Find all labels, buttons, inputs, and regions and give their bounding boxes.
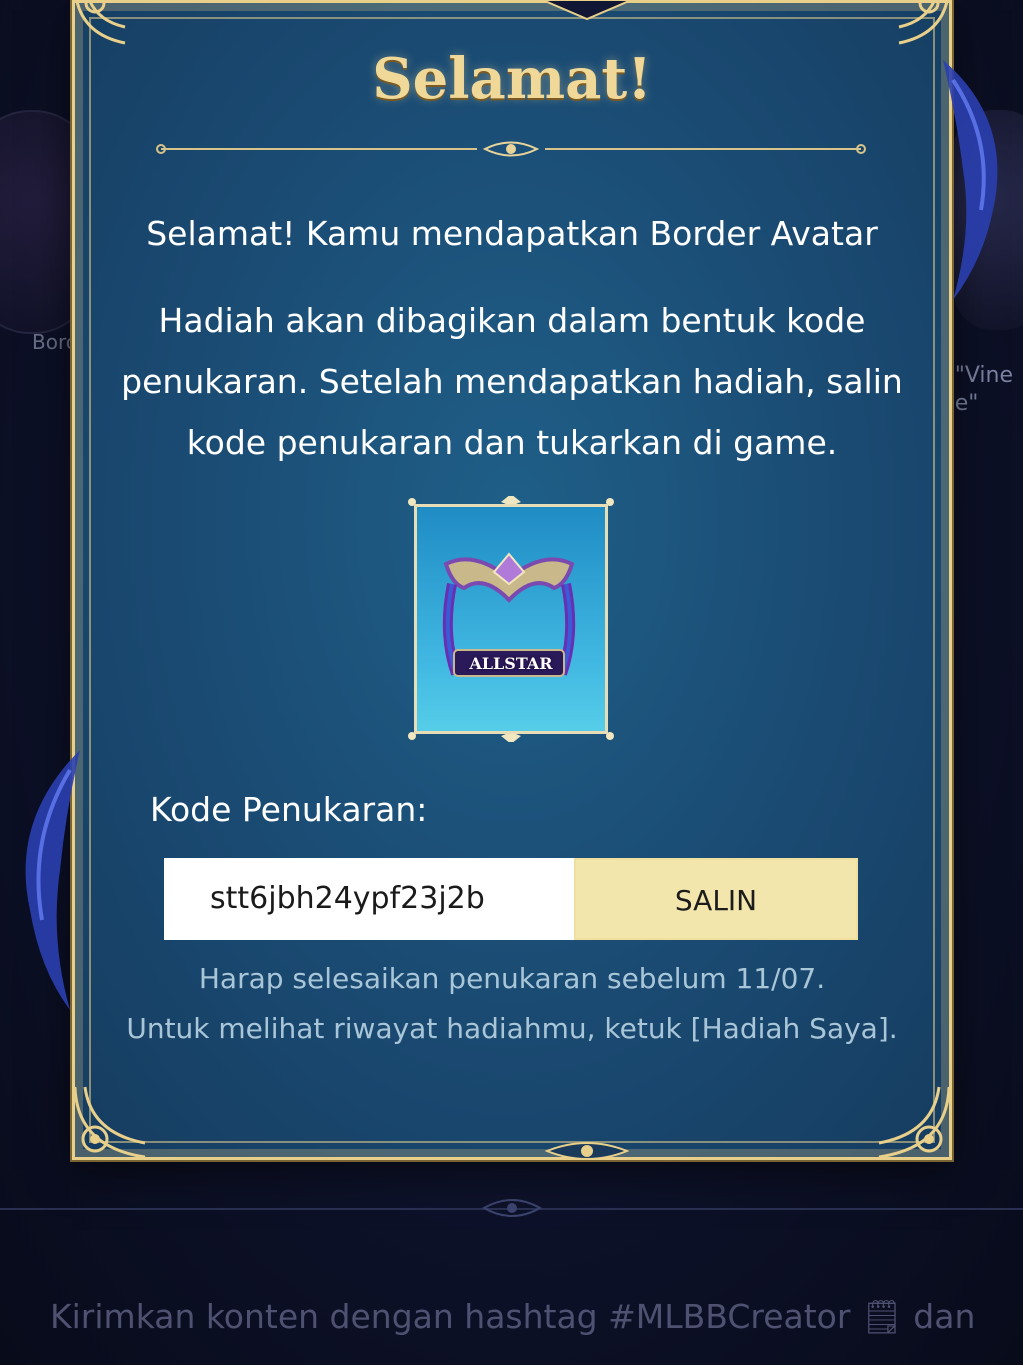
corner-ornament-icon xyxy=(878,1086,951,1159)
background-card-label: Borc xyxy=(32,330,77,354)
redeem-deadline-note: Harap selesaikan penukaran sebelum 11/07… xyxy=(198,962,826,995)
reward-message: Selamat! Kamu mendapatkan Border Avatar xyxy=(146,214,878,253)
background-card-label: "Vine e" xyxy=(954,363,1013,416)
background-footer-text: Kirimkan konten dengan hashtag #MLBBCrea… xyxy=(50,1297,976,1336)
reward-instructions: Hadiah akan dibagikan dalam bentuk kode … xyxy=(121,301,903,462)
reward-preview: ALLSTAR xyxy=(406,496,616,742)
reward-badge-label: ALLSTAR xyxy=(469,654,553,673)
top-ornament-icon xyxy=(545,0,629,21)
redeem-code-field: stt6jbh24ypf23j2b SALIN xyxy=(164,858,858,940)
title-divider xyxy=(156,141,866,157)
corner-ornament-icon xyxy=(73,1086,146,1159)
my-rewards-note: Untuk melihat riwayat hadiahmu, ketuk [H… xyxy=(126,1012,898,1045)
redeem-code-label: Kode Penukaran: xyxy=(150,790,428,829)
redeem-code-value[interactable]: stt6jbh24ypf23j2b xyxy=(164,858,574,940)
bottom-ornament-icon xyxy=(545,1142,629,1160)
eye-ornament-icon xyxy=(481,1199,543,1217)
dialog-title: Selamat! xyxy=(372,46,652,112)
copy-button[interactable]: SALIN xyxy=(574,858,858,940)
screen: Borc "Vine e" Kirimkan konten dengan has… xyxy=(0,0,1023,1365)
